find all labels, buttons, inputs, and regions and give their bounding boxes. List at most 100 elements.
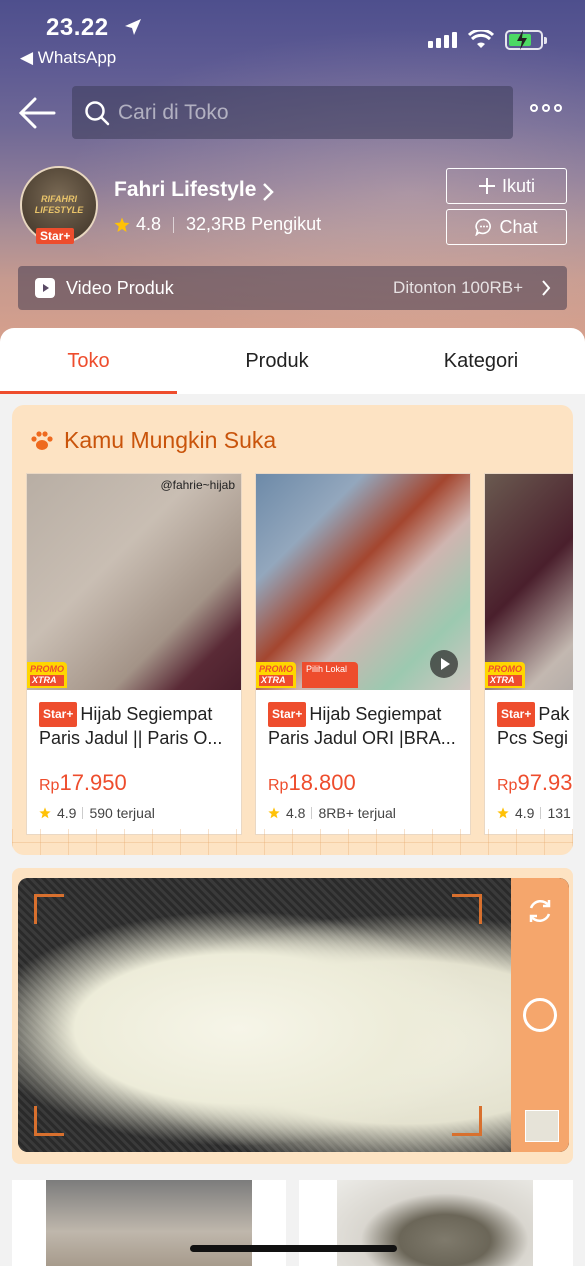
frame-corner [452,894,482,924]
price-currency: Rp [39,777,60,794]
shop-tabs: Toko Produk Kategori [0,328,585,394]
shop-video-icon [35,278,55,298]
product-price: Rp18.800 [268,770,356,796]
location-arrow-icon [125,19,141,35]
shop-logo-text: RIFAHRI LIFESTYLE [34,194,84,215]
tab-kategori[interactable]: Kategori [377,328,585,394]
follow-button[interactable]: Ikuti [446,168,567,204]
recommendation-title: Kamu Mungkin Suka [64,427,277,453]
banner-frame [18,878,569,1152]
chevron-right-icon [542,280,551,296]
shop-video-banner[interactable] [12,868,573,1164]
tab-produk[interactable]: Produk [177,328,377,394]
price-value: 17.950 [59,770,127,795]
camera-sidebar [511,878,569,1152]
video-product-label: Video Produk [66,278,174,298]
star-plus-badge: Star+ [497,702,536,727]
grid-decoration [12,829,573,855]
product-price: Rp97.93 [497,770,573,796]
camera-rotate-icon[interactable] [525,896,555,926]
product-title: Star+ Pak Pcs Segi [497,702,573,748]
tab-toko[interactable]: Toko [0,328,177,394]
wifi-icon [468,30,494,48]
shop-name[interactable]: Fahri Lifestyle [114,178,256,202]
battery-icon [505,30,547,50]
star-plus-badge: Star+ [268,702,307,727]
price-value: 18.800 [288,770,356,795]
chat-bubble-icon [475,218,492,236]
arrow-left-icon[interactable] [18,96,56,130]
product-grid-card[interactable] [299,1180,573,1266]
divider [311,807,313,819]
divider [173,216,175,233]
product-image [485,474,573,690]
frame-corner [452,1106,482,1136]
promo-bottom-text: XTRA [30,675,64,686]
back-to-app-link[interactable]: ◀ WhatsApp [20,48,116,68]
product-rating: 4.8 [286,805,306,821]
shutter-button[interactable] [523,998,557,1032]
product-rating: 4.9 [515,805,535,821]
status-time: 23.22 [46,14,109,41]
star-icon [114,217,130,232]
gallery-thumbnail[interactable] [525,1110,559,1142]
frame-corner [34,894,64,924]
promo-bottom-text: XTRA [488,675,522,686]
product-rating: 4.9 [57,805,77,821]
product-grid-card[interactable] [12,1180,286,1266]
product-meta: 4.9 131 [497,805,571,821]
star-icon [39,807,51,819]
product-image [337,1180,533,1266]
product-sold: 8RB+ terjual [318,805,396,821]
promo-xtra-badge: PROMO XTRA [485,662,525,688]
play-video-icon[interactable] [430,650,458,678]
shop-followers: 32,3RB Pengikut [186,214,322,234]
promo-bottom-text: XTRA [259,675,293,686]
plus-icon [478,178,495,194]
banner-image [18,878,569,1152]
product-card[interactable]: PROMO XTRA Star+ Pak Pcs Segi Rp97.93 4.9… [484,473,573,835]
product-meta: 4.8 8RB+ terjual [268,805,396,821]
recommendation-header: Kamu Mungkin Suka [30,427,276,454]
home-indicator [190,1245,397,1252]
recommendation-section: Kamu Mungkin Suka @fahrie~hijab PROMO XT… [12,405,573,855]
video-product-bar[interactable]: Video Produk Ditonton 100RB+ [18,266,567,310]
paw-icon [31,430,53,450]
more-dots-icon[interactable] [530,104,562,112]
chevron-right-icon[interactable] [262,182,274,202]
promo-xtra-badge: PROMO XTRA [27,662,67,688]
product-card[interactable]: @fahrie~hijab PROMO XTRA Star+ Hijab Segi… [26,473,242,835]
product-card[interactable]: PROMO XTRA Pilih Lokal Star+ Hijab Segiem… [255,473,471,835]
product-sold: 590 terjual [89,805,155,821]
cellular-signal-icon [428,32,457,48]
search-placeholder: Cari di Toko [118,100,229,124]
video-views: Ditonton 100RB+ [393,278,523,297]
promo-top-text: PROMO [488,664,523,674]
chat-label: Chat [499,216,538,237]
product-price: Rp17.950 [39,770,127,796]
chat-button[interactable]: Chat [446,209,567,245]
price-value: 97.93 [517,770,573,795]
star-icon [497,807,509,819]
product-meta: 4.9 590 terjual [39,805,155,821]
follow-label: Ikuti [501,175,535,196]
shop-stats: 4.8 32,3RB Pengikut [114,214,321,235]
product-image: @fahrie~hijab [27,474,241,690]
price-currency: Rp [268,777,289,794]
shop-rating: 4.8 [136,214,162,234]
top-navigation: Cari di Toko [0,86,585,140]
product-sold: 131 [547,805,571,821]
product-image [46,1180,252,1266]
pilih-lokal-badge: Pilih Lokal [302,662,358,688]
star-plus-badge: Star+ [36,228,75,244]
promo-top-text: PROMO [30,664,65,674]
search-input[interactable]: Cari di Toko [72,86,513,139]
frame-corner [34,1106,64,1136]
product-title: Star+ Hijab Segiempat Paris Jadul || Pari… [39,702,235,748]
status-bar: 23.22 ◀ WhatsApp [0,10,585,70]
divider [540,807,542,819]
promo-xtra-badge: PROMO XTRA [256,662,296,688]
divider [82,807,84,819]
star-icon [268,807,280,819]
search-icon [85,100,110,125]
